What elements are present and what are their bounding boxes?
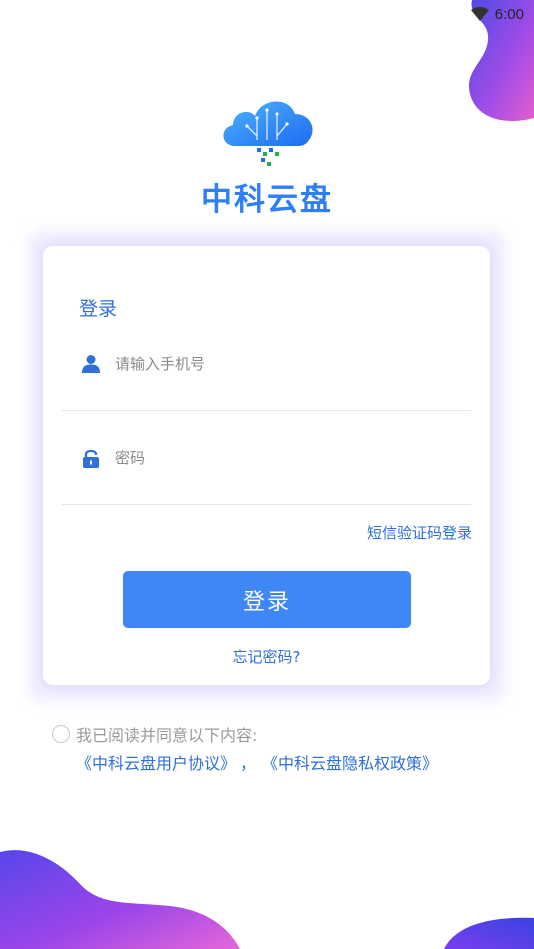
decor-blob-bottom-left [0,850,240,949]
lock-icon [82,448,100,468]
phone-input[interactable] [115,355,435,373]
agreement-checkbox[interactable] [52,725,70,743]
user-icon [82,354,100,374]
login-heading: 登录 [79,298,118,320]
agreement-section: 我已阅读并同意以下内容: 《中科云盘用户协议》 ， 《中科云盘隐私权政策》 [52,722,438,774]
phone-divider [62,410,471,411]
decor-blob-bottom-right [444,917,534,949]
status-bar: 6:00 [0,0,534,28]
password-input[interactable] [115,449,435,467]
privacy-policy-link[interactable]: 《中科云盘隐私权政策》 [262,750,438,774]
sms-login-link[interactable]: 短信验证码登录 [367,522,472,543]
agreement-separator: ， [240,754,257,773]
app-title: 中科云盘 [201,182,333,218]
password-field[interactable] [62,434,471,482]
agreement-prefix: 我已阅读并同意以下内容: [76,726,258,745]
wifi-icon [470,7,489,21]
user-agreement-link[interactable]: 《中科云盘用户协议》 [76,750,236,774]
app-logo: 中科云盘 [0,96,534,219]
cloud-logo-icon [223,101,313,166]
status-time: 6:00 [494,5,524,23]
login-button[interactable]: 登录 [123,571,411,628]
forgot-password-link[interactable]: 忘记密码? [43,646,490,667]
password-divider [62,504,471,505]
phone-field[interactable] [62,340,471,388]
login-card: 登录 短信验证码登录 登录 忘记密码? [43,246,490,685]
